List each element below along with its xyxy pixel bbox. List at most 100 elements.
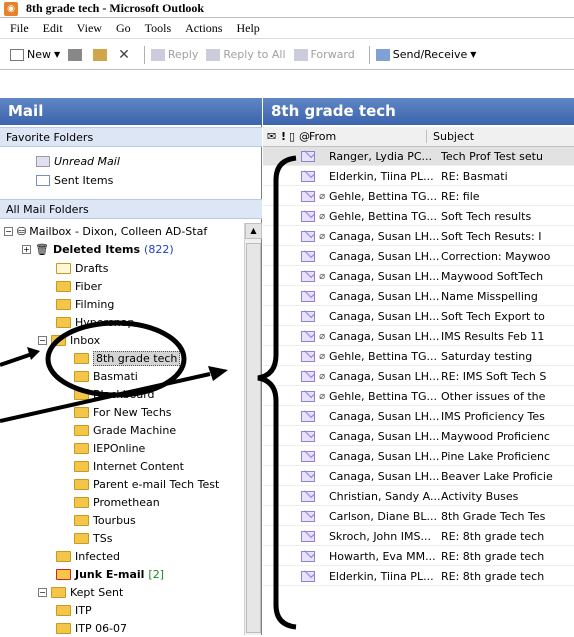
menu-edit[interactable]: Edit	[43, 21, 63, 36]
favorite-folders-header[interactable]: Favorite Folders	[0, 127, 262, 147]
message-row[interactable]: ⌀ Canaga, Susan LH... IMS Results Feb 11	[263, 327, 574, 346]
move-button[interactable]	[93, 48, 110, 61]
folder-basmati[interactable]: Basmati	[74, 367, 138, 385]
subject-column-header[interactable]: Subject	[427, 130, 474, 143]
folder-8th-grade-tech[interactable]: 8th grade tech	[74, 349, 181, 367]
collapse-icon[interactable]: −	[38, 587, 47, 597]
menu-help[interactable]: Help	[236, 21, 259, 36]
scroll-up-icon[interactable]: ▲	[245, 223, 262, 239]
envelope-icon	[301, 410, 316, 422]
folder-promethean[interactable]: Promethean	[74, 493, 160, 511]
collapse-icon[interactable]: −	[4, 226, 13, 236]
message-row[interactable]: ⌀ Gehle, Bettina TG... Other issues of the	[263, 387, 574, 406]
menu-go[interactable]: Go	[116, 21, 131, 36]
message-row[interactable]: Canaga, Susan LH... Soft Tech Export to	[263, 307, 574, 326]
reply-button[interactable]: Reply	[150, 48, 199, 61]
folder-grade-machine[interactable]: Grade Machine	[74, 421, 176, 439]
menu-actions[interactable]: Actions	[185, 21, 222, 36]
message-from: Canaga, Susan LH...	[328, 289, 440, 303]
folder-internet-content[interactable]: Internet Content	[74, 457, 184, 475]
folder-filming[interactable]: Filming	[56, 295, 114, 313]
folder-itp-06-07[interactable]: ITP 06-07	[56, 619, 127, 637]
message-row[interactable]: Elderkin, Tiina PL... RE: Basmati	[263, 167, 574, 186]
message-row[interactable]: Skroch, John IMS... RE: 8th grade tech	[263, 527, 574, 546]
envelope-icon	[301, 490, 316, 502]
delete-button[interactable]: ✕	[118, 47, 130, 63]
message-row[interactable]: Ranger, Lydia PC... Tech Prof Test setu	[263, 147, 574, 166]
scroll-thumb[interactable]	[246, 243, 261, 633]
outlook-icon: ◉	[4, 1, 18, 16]
flag-column-icon[interactable]: !	[281, 130, 289, 143]
folder-fiber[interactable]: Fiber	[56, 277, 102, 295]
send-receive-button[interactable]: Send/Receive ▼	[375, 48, 476, 61]
message-from: Gehle, Bettina TG...	[328, 349, 437, 363]
message-row[interactable]: ⌀ Gehle, Bettina TG... RE: file	[263, 187, 574, 206]
menu-file[interactable]: File	[10, 21, 29, 36]
folder-kept-sent[interactable]: − Kept Sent	[38, 583, 123, 601]
folder-for-new-techs[interactable]: For New Techs	[74, 403, 172, 421]
message-row[interactable]: Canaga, Susan LH... Beaver Lake Proficie	[263, 467, 574, 486]
message-row[interactable]: ⌀ Canaga, Susan LH... Maywood SoftTech	[263, 267, 574, 286]
type-column-icon[interactable]: ▯	[289, 130, 299, 143]
favorite-sent-items[interactable]: Sent Items	[36, 174, 113, 187]
message-row[interactable]: ⌀ Canaga, Susan LH... RE: IMS Soft Tech S	[263, 367, 574, 386]
menu-view[interactable]: View	[77, 21, 102, 36]
from-column-header[interactable]: From	[309, 130, 427, 143]
message-row[interactable]: ⌀ Canaga, Susan LH... Soft Tech Resuts: I	[263, 227, 574, 246]
message-row[interactable]: Canaga, Susan LH... Maywood Proficienc	[263, 427, 574, 446]
message-row[interactable]: Canaga, Susan LH... IMS Proficiency Tes	[263, 407, 574, 426]
message-from: Canaga, Susan LH...	[328, 229, 440, 243]
collapse-icon[interactable]: −	[38, 335, 47, 345]
message-subject: Maywood SoftTech	[441, 269, 544, 283]
folder-tourbus[interactable]: Tourbus	[74, 511, 136, 529]
folder-label: Infected	[75, 549, 120, 563]
folder-blackboard[interactable]: Blackboard	[74, 385, 155, 403]
favorite-unread-mail[interactable]: Unread Mail	[36, 155, 120, 168]
folder-infected[interactable]: Infected	[56, 547, 120, 565]
envelope-icon	[301, 550, 316, 562]
message-row[interactable]: Christian, Sandy A... Activity Buses	[263, 487, 574, 506]
envelope-icon	[301, 150, 316, 162]
chevron-down-icon: ▼	[54, 50, 61, 59]
message-list-header: ✉ ! ▯ @ From Subject	[263, 127, 574, 147]
menu-tools[interactable]: Tools	[145, 21, 172, 36]
message-subject: Activity Buses	[441, 489, 519, 503]
message-subject: RE: 8th grade tech	[441, 569, 545, 583]
message-row[interactable]: ⌀ Gehle, Bettina TG... Soft Tech results	[263, 207, 574, 226]
envelope-icon	[301, 450, 316, 462]
forward-button[interactable]: Forward	[293, 48, 355, 61]
title-bar: ◉ 8th grade tech - Microsoft Outlook	[0, 0, 574, 18]
importance-column-icon[interactable]: ✉	[267, 130, 281, 143]
print-button[interactable]	[68, 48, 85, 61]
trash-icon: 🗑	[35, 242, 49, 256]
message-subject: RE: Basmati	[441, 169, 508, 183]
toolbar-divider	[368, 45, 370, 64]
message-row[interactable]: ⌀ Gehle, Bettina TG... Saturday testing	[263, 347, 574, 366]
folder-parent-email-tech-test[interactable]: Parent e-mail Tech Test	[74, 475, 219, 493]
message-row[interactable]: Howarth, Eva MM... RE: 8th grade tech	[263, 547, 574, 566]
folder-tss[interactable]: TSs	[74, 529, 112, 547]
message-row[interactable]: Elderkin, Tiina PL... RE: 8th grade tech	[263, 567, 574, 586]
expand-icon[interactable]: +	[22, 244, 31, 254]
mailbox-icon: ⛁	[17, 224, 27, 238]
new-button[interactable]: New ▼	[10, 48, 60, 61]
message-row[interactable]: Canaga, Susan LH... Name Misspelling	[263, 287, 574, 306]
folder-deleted-items[interactable]: + 🗑 Deleted Items (822)	[22, 240, 174, 258]
paperclip-icon: ⌀	[319, 230, 326, 242]
folder-drafts[interactable]: Drafts	[56, 259, 108, 277]
reply-all-button[interactable]: Reply to All	[206, 48, 286, 61]
message-row[interactable]: Carlson, Diane BL... 8th Grade Tech Tes	[263, 507, 574, 526]
folder-tree-scrollbar[interactable]: ▲	[244, 223, 262, 635]
folder-ieponline[interactable]: IEPOnline	[74, 439, 145, 457]
folder-inbox[interactable]: − Inbox	[38, 331, 100, 349]
folder-junk-email[interactable]: Junk E-mail [2]	[56, 565, 164, 583]
paperclip-icon: ⌀	[319, 390, 326, 402]
reply-label: Reply	[167, 48, 199, 61]
mailbox-node[interactable]: − ⛁ Mailbox - Dixon, Colleen AD-Staf	[4, 222, 207, 240]
message-row[interactable]: Canaga, Susan LH... Pine Lake Proficienc	[263, 447, 574, 466]
folder-hypersnap[interactable]: Hypersnap	[56, 313, 134, 331]
message-row[interactable]: Canaga, Susan LH... Correction: Maywoo	[263, 247, 574, 266]
folder-itp[interactable]: ITP	[56, 601, 92, 619]
all-mail-folders-header[interactable]: All Mail Folders	[0, 199, 262, 219]
attachment-column-icon[interactable]: @	[299, 130, 310, 143]
